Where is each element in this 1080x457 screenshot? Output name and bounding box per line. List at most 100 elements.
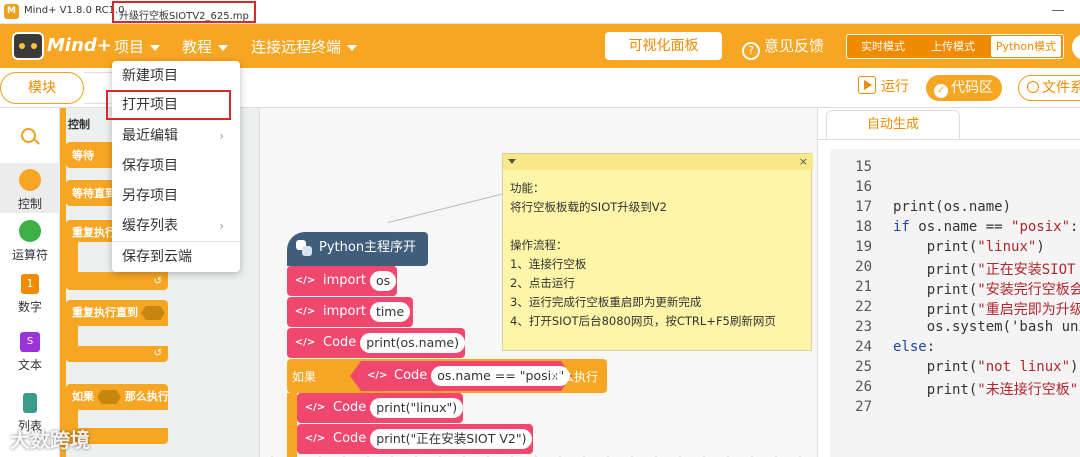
remote-terminal-menu[interactable]: 连接远程终端 <box>251 36 358 58</box>
minimize-icon[interactable] <box>1052 10 1064 11</box>
category-text[interactable]: S 文本 <box>0 332 60 373</box>
block-workspace[interactable]: × 功能： 将行空板板载的SIOT升级到V2 操作流程： 1、连接行空板 2、点… <box>260 108 817 457</box>
control-dot-icon <box>19 169 41 191</box>
project-menu[interactable]: 项目 <box>114 36 161 58</box>
project-menu-label: 项目 <box>114 38 145 56</box>
search-icon[interactable] <box>21 128 36 143</box>
chevron-down-icon <box>150 44 161 51</box>
remote-terminal-label: 连接远程终端 <box>251 38 342 56</box>
feedback-button[interactable]: ? 意见反馈 <box>742 36 824 60</box>
block-keyword: Code <box>333 400 367 415</box>
menu-item-save-cloud[interactable]: 保存到云端 <box>112 242 240 272</box>
category-label: 控制 <box>17 197 42 211</box>
block-keyword: import <box>323 273 366 288</box>
line-number: 16 <box>855 179 872 195</box>
block-arg[interactable]: print("linux") <box>370 397 464 418</box>
block-arg[interactable]: time <box>369 301 411 322</box>
wait-label: 等待 <box>72 149 94 162</box>
line-number: 25 <box>855 359 872 375</box>
import-os-block[interactable]: </> import os <box>287 266 397 296</box>
menu-item-save-project[interactable]: 保存项目 <box>112 151 240 181</box>
block-keyword: Code <box>333 431 367 446</box>
watermark: 大数跨境 <box>10 428 90 452</box>
mindplus-logo: Mind+ <box>12 32 112 60</box>
category-label: 数字 <box>17 300 42 314</box>
file-system-button[interactable]: 文件系 <box>1018 75 1080 101</box>
chevron-right-icon: › <box>219 129 224 143</box>
chevron-down-icon <box>218 44 229 51</box>
code-line: print("安装完行空板会 <box>893 282 1080 298</box>
logo-text: Mind+ <box>47 35 112 56</box>
menu-item-label: 保存到云端 <box>122 249 192 265</box>
list-icon <box>23 393 37 413</box>
realtime-mode-button[interactable]: 实时模式 <box>849 36 917 57</box>
close-icon[interactable]: × <box>799 154 808 170</box>
category-control[interactable]: 控制 <box>0 163 60 213</box>
menu-item-label: 另存项目 <box>122 188 178 204</box>
code-line: print("正在安装SIOT <box>893 262 1076 278</box>
if-then-block[interactable]: 如果 </> Code os.name == "posix" 那么执行 <box>287 359 607 393</box>
code-area-label: 代码区 <box>951 80 993 96</box>
line-number: 17 <box>855 199 872 215</box>
code-print-installing-block[interactable]: </> Code print("正在安装SIOT V2") <box>297 424 533 454</box>
python-mode-button[interactable]: Python模式 <box>991 36 1061 57</box>
code-tag-icon: </> <box>304 433 326 444</box>
menu-item-label: 缓存列表 <box>122 218 178 234</box>
line-number: 20 <box>855 259 872 275</box>
block-arg[interactable]: print(os.name) <box>360 332 465 353</box>
import-time-block[interactable]: </> import time <box>287 297 413 327</box>
tab-divider <box>818 139 1080 140</box>
menu-item-open-project[interactable]: 打开项目 <box>106 90 231 120</box>
collapse-icon[interactable] <box>508 159 516 164</box>
code-editor[interactable]: 15 16 17 print(os.name) 18 if os.name == "pos… <box>830 149 1080 457</box>
code-print-linux-block[interactable]: </> Code print("linux") <box>297 393 464 423</box>
repeat-until-block[interactable]: 重复执行直到 ↺ <box>66 300 168 362</box>
repeat-until-label: 重复执行直到 <box>72 304 165 320</box>
if-condition-block[interactable]: </> Code os.name == "posix" <box>350 361 572 391</box>
category-numbers[interactable]: 1 数字 <box>0 274 60 315</box>
python-main-block[interactable]: Python主程序开始 <box>287 232 428 287</box>
code-tag-icon: </> <box>294 306 316 317</box>
line-number: 23 <box>855 319 872 335</box>
wait-until-label: 等待直到 <box>72 187 116 200</box>
category-label: 运算符 <box>11 248 48 262</box>
code-area-button[interactable]: ✓ 代码区 <box>926 75 1002 101</box>
line-number: 18 <box>855 219 872 235</box>
project-dropdown: 新建项目 打开项目 最近编辑 › 保存项目 另存项目 缓存列表 › 保存到云端 <box>106 61 240 272</box>
code-line: if os.name == "posix": <box>893 219 1079 235</box>
comment-note[interactable]: × 功能： 将行空板板载的SIOT升级到V2 操作流程： 1、连接行空板 2、点… <box>502 153 813 351</box>
code-tag-icon: </> <box>304 402 326 413</box>
upload-mode-button[interactable]: 上传模式 <box>919 36 987 57</box>
tab-blocks[interactable]: 模块 <box>0 72 84 104</box>
code-line: os.system('bash uni <box>893 319 1080 335</box>
loop-arrow-icon: ↺ <box>153 276 162 287</box>
tab-auto-generated[interactable]: 自动生成 <box>826 110 960 140</box>
user-avatar[interactable] <box>1072 34 1080 60</box>
code-line: print("重启完即为升级 <box>893 302 1080 318</box>
run-button[interactable]: 运行 <box>858 76 909 100</box>
repeat-until-slot <box>78 326 168 346</box>
tutorial-menu[interactable]: 教程 <box>182 36 229 58</box>
code-print-osname-block[interactable]: </> Code print(os.name) <box>287 328 465 358</box>
python-icon <box>296 240 312 256</box>
code-line: print(os.name) <box>893 199 1012 215</box>
comment-text: 功能： 将行空板板载的SIOT升级到V2 操作流程： 1、连接行空板 2、点击运… <box>510 181 776 328</box>
menu-item-recent[interactable]: 最近编辑 › <box>112 121 240 151</box>
app-version: Mind+ V1.8.0 RC1.0 <box>24 5 125 16</box>
if-block-arm <box>287 393 297 457</box>
visual-panel-button[interactable]: 可视化面板 <box>605 32 722 60</box>
menu-item-save-as[interactable]: 另存项目 <box>112 181 240 211</box>
feedback-label: 意见反馈 <box>764 37 825 55</box>
code-line: print("not linux") <box>893 359 1079 375</box>
block-arg[interactable]: print("正在安装SIOT V2") <box>370 428 533 449</box>
menu-item-cache-list[interactable]: 缓存列表 › <box>112 211 240 241</box>
code-tag-icon: </> <box>294 275 316 286</box>
palette-title: 控制 <box>68 118 90 131</box>
menu-item-label: 打开项目 <box>122 97 178 113</box>
app-icon: M <box>4 4 19 19</box>
block-arg[interactable]: os <box>369 270 397 291</box>
category-operators[interactable]: 运算符 <box>0 220 60 263</box>
run-label: 运行 <box>881 79 909 95</box>
repeat-label: 重复执行 <box>72 226 116 239</box>
menu-item-new-project[interactable]: 新建项目 <box>112 61 240 91</box>
